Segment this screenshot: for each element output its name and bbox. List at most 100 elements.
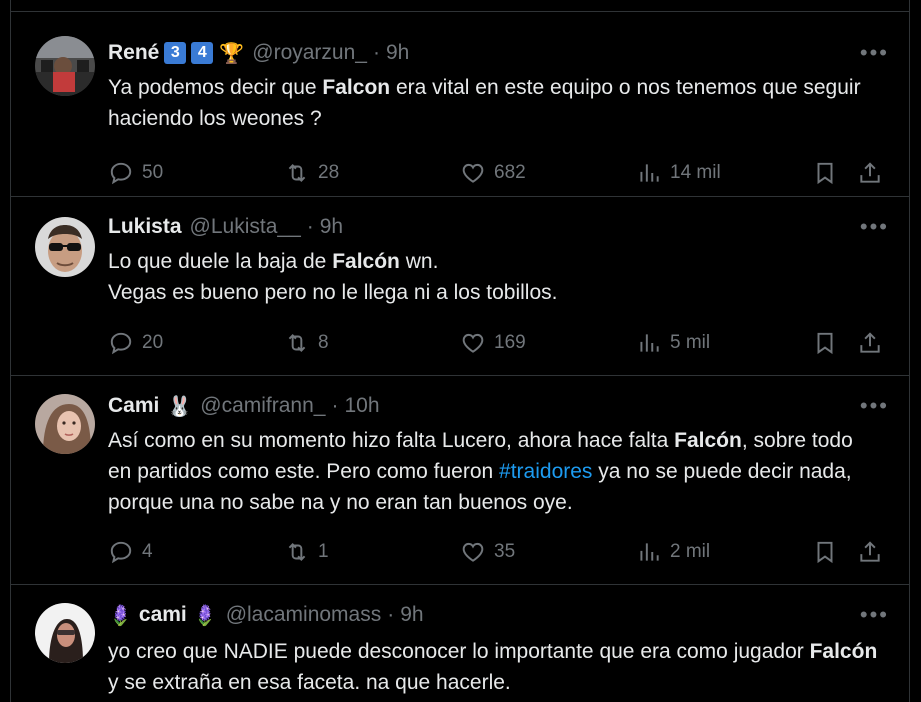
views-count: 5 mil — [670, 332, 711, 353]
views-icon — [640, 543, 659, 561]
reply-count: 20 — [142, 332, 164, 353]
retweet-button[interactable]: 1 — [284, 539, 329, 565]
reply-button[interactable]: 50 — [108, 160, 163, 186]
tweet-text: Ya podemos decir que Falcon era vital en… — [108, 76, 861, 130]
display-name[interactable]: cami — [139, 603, 187, 627]
like-button[interactable]: 682 — [460, 160, 526, 186]
tweet-header: 🪻 cami 🪻 @lacaminomass · 9h — [108, 601, 889, 629]
reply-button[interactable]: 4 — [108, 539, 153, 565]
tweet-text: Así como en su momento hizo falta Lucero… — [108, 429, 853, 514]
tweet[interactable]: Cami 🐰 @camifrann_ · 10h ••• Así como en… — [11, 376, 909, 585]
like-count: 169 — [494, 332, 526, 353]
tweet[interactable]: René 3 4 🏆 @royarzun_ · 9h ••• Ya podemo… — [11, 12, 909, 197]
share-icon — [860, 162, 880, 183]
tweet-actions: 50 28 682 14 mil — [108, 158, 887, 188]
avatar[interactable] — [35, 36, 95, 96]
bookmark-button[interactable] — [812, 160, 838, 186]
display-name[interactable]: Lukista — [108, 215, 182, 239]
separator: · — [331, 394, 339, 417]
keycap-4-emoji: 4 — [191, 42, 214, 64]
heart-icon — [462, 333, 484, 353]
share-button[interactable] — [857, 330, 883, 356]
username[interactable]: @lacaminomass — [226, 603, 382, 627]
share-icon — [860, 332, 880, 353]
separator: · — [387, 603, 395, 626]
views-button[interactable]: 2 mil — [636, 539, 710, 565]
more-icon[interactable]: ••• — [860, 395, 889, 417]
reply-icon — [110, 541, 132, 564]
retweet-icon — [288, 543, 306, 561]
retweet-button[interactable]: 8 — [284, 330, 329, 356]
like-count: 682 — [494, 162, 526, 183]
retweet-count: 28 — [318, 162, 340, 183]
hashtag-link[interactable]: #traidores — [499, 460, 592, 483]
avatar-image — [35, 36, 95, 96]
views-icon — [640, 164, 659, 182]
avatar-image — [35, 217, 95, 277]
display-name[interactable]: René — [108, 41, 159, 65]
reply-count: 4 — [142, 541, 153, 562]
views-button[interactable]: 5 mil — [636, 330, 710, 356]
avatar-image — [35, 394, 95, 454]
timestamp[interactable]: 9h — [400, 603, 423, 627]
hyacinth-emoji: 🪻 — [192, 604, 218, 627]
timestamp[interactable]: 10h — [344, 394, 379, 418]
like-button[interactable]: 169 — [460, 330, 526, 356]
timeline-feed: René 3 4 🏆 @royarzun_ · 9h ••• Ya podemo… — [10, 0, 910, 702]
timestamp[interactable]: 9h — [320, 215, 343, 239]
display-name[interactable]: Cami — [108, 394, 159, 418]
views-icon — [640, 334, 659, 352]
tweet-actions: 4 1 35 2 mil — [108, 537, 887, 567]
heart-icon — [462, 542, 484, 562]
share-icon — [860, 541, 880, 562]
views-count: 2 mil — [670, 541, 711, 562]
bookmark-icon — [817, 332, 833, 355]
like-count: 35 — [494, 541, 516, 562]
retweet-icon — [288, 334, 306, 352]
avatar[interactable] — [35, 603, 95, 663]
views-count: 14 mil — [670, 162, 721, 183]
trophy-emoji: 🏆 — [219, 42, 245, 65]
more-icon[interactable]: ••• — [860, 216, 889, 238]
hyacinth-emoji: 🪻 — [108, 604, 133, 627]
retweet-count: 8 — [318, 332, 329, 353]
reply-button[interactable]: 20 — [108, 330, 163, 356]
timestamp[interactable]: 9h — [386, 41, 409, 65]
tweet-text: Lo que duele la baja de Falcón wn. Vegas… — [108, 250, 558, 304]
username[interactable]: @royarzun_ — [252, 41, 367, 65]
separator: · — [306, 215, 314, 238]
reply-icon — [110, 162, 132, 185]
heart-icon — [462, 163, 484, 183]
username[interactable]: @Lukista__ — [190, 215, 301, 239]
more-icon[interactable]: ••• — [860, 42, 889, 64]
username[interactable]: @camifrann_ — [200, 394, 325, 418]
retweet-count: 1 — [318, 541, 329, 562]
retweet-icon — [288, 164, 306, 182]
reply-icon — [110, 332, 132, 355]
bookmark-icon — [817, 162, 833, 185]
tweet-header: Cami 🐰 @camifrann_ · 10h — [108, 392, 889, 420]
avatar[interactable] — [35, 217, 95, 277]
separator: · — [372, 41, 380, 64]
avatar-image — [35, 603, 95, 663]
divider — [11, 0, 909, 12]
tweet-header: René 3 4 🏆 @royarzun_ · 9h — [108, 39, 889, 67]
bookmark-button[interactable] — [812, 539, 838, 565]
bookmark-icon — [817, 541, 833, 564]
views-button[interactable]: 14 mil — [636, 160, 721, 186]
keycap-3-emoji: 3 — [164, 42, 187, 64]
tweet[interactable]: Lukista @Lukista__ · 9h ••• Lo que duele… — [11, 197, 909, 376]
share-button[interactable] — [857, 160, 883, 186]
like-button[interactable]: 35 — [460, 539, 515, 565]
reply-count: 50 — [142, 162, 164, 183]
rabbit-emoji: 🐰 — [167, 395, 193, 418]
more-icon[interactable]: ••• — [860, 604, 889, 626]
bookmark-button[interactable] — [812, 330, 838, 356]
tweet-header: Lukista @Lukista__ · 9h — [108, 213, 889, 241]
retweet-button[interactable]: 28 — [284, 160, 339, 186]
tweet-actions: 20 8 169 5 mil — [108, 328, 887, 358]
tweet[interactable]: 🪻 cami 🪻 @lacaminomass · 9h ••• yo creo … — [11, 585, 909, 702]
tweet-text: yo creo que NADIE puede desconocer lo im… — [108, 640, 878, 694]
avatar[interactable] — [35, 394, 95, 454]
share-button[interactable] — [857, 539, 883, 565]
